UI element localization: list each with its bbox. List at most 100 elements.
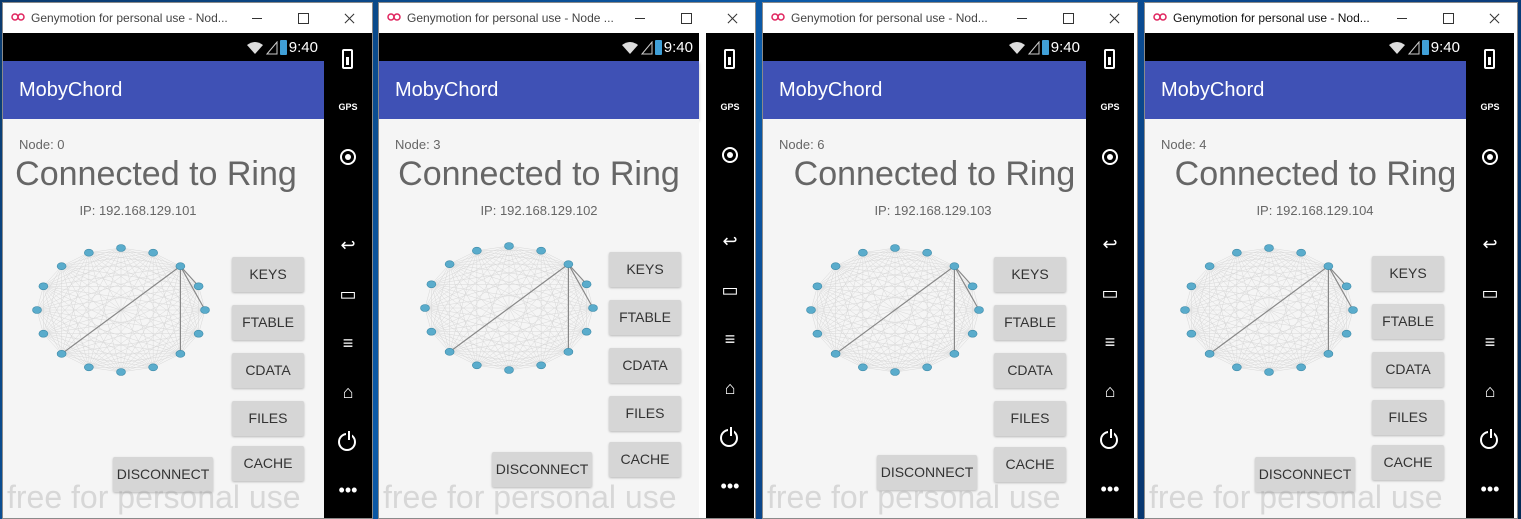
more-icon[interactable]: ••• xyxy=(1086,474,1134,504)
home-icon[interactable]: ⌂ xyxy=(1466,376,1514,406)
cdata-button[interactable]: CDATA xyxy=(232,353,304,388)
more-icon[interactable]: ••• xyxy=(706,471,754,501)
genymotion-toolbar: GPS ↩ ▭ ≡ ⌂ ••• xyxy=(1086,33,1134,518)
recent-apps-icon[interactable]: ▭ xyxy=(1466,278,1514,308)
android-screen[interactable]: 9:40 MobyChord Node: 4 Connected to Ring… xyxy=(1145,33,1466,518)
keys-button[interactable]: KEYS xyxy=(994,257,1066,292)
ftable-button[interactable]: FTABLE xyxy=(1372,304,1444,339)
cdata-button[interactable]: CDATA xyxy=(609,348,681,383)
home-icon[interactable]: ⌂ xyxy=(706,373,754,403)
close-button[interactable] xyxy=(1091,3,1137,33)
close-button[interactable] xyxy=(1471,3,1517,33)
files-button[interactable]: FILES xyxy=(994,401,1066,436)
battery-icon[interactable] xyxy=(1104,49,1115,69)
ring-node xyxy=(967,329,978,338)
webcam-icon[interactable] xyxy=(1102,149,1118,165)
connection-status: Connected to Ring xyxy=(15,155,297,193)
cdata-button[interactable]: CDATA xyxy=(1372,352,1444,387)
back-icon[interactable]: ↩ xyxy=(324,230,372,260)
gps-icon[interactable]: GPS xyxy=(706,101,754,131)
cache-button[interactable]: CACHE xyxy=(1372,445,1444,480)
ring-node xyxy=(858,248,868,257)
genymotion-window-2: Genymotion for personal use - Node ... 9… xyxy=(378,2,756,519)
battery-icon[interactable] xyxy=(342,49,353,69)
maximize-button[interactable] xyxy=(1045,3,1091,33)
battery-icon[interactable] xyxy=(1484,49,1495,69)
power-icon[interactable] xyxy=(720,427,738,447)
back-icon[interactable]: ↩ xyxy=(1466,229,1514,259)
app-bar: MobyChord xyxy=(1145,61,1466,119)
power-icon[interactable] xyxy=(1480,429,1498,449)
home-icon[interactable]: ⌂ xyxy=(324,377,372,407)
back-icon[interactable]: ↩ xyxy=(1086,229,1134,259)
android-screen[interactable]: 9:40 MobyChord Node: 6 Connected to Ring… xyxy=(763,33,1086,518)
gps-icon[interactable]: GPS xyxy=(324,101,372,131)
android-screen[interactable]: 9:40 MobyChord Node: 0 Connected to Ring… xyxy=(3,33,324,518)
main-content: Node: 6 Connected to Ring IP: 192.168.12… xyxy=(763,119,1086,518)
ring-node xyxy=(890,244,900,252)
ring-node xyxy=(1232,248,1242,257)
android-screen[interactable]: 9:40 MobyChord Node: 3 Connected to Ring… xyxy=(379,33,699,518)
cache-button[interactable]: CACHE xyxy=(232,446,304,481)
window-titlebar[interactable]: Genymotion for personal use - Node ... xyxy=(379,3,755,33)
ring-node xyxy=(38,282,49,291)
keys-button[interactable]: KEYS xyxy=(232,257,304,292)
ring-node xyxy=(426,327,437,336)
window-titlebar[interactable]: Genymotion for personal use - Nod... xyxy=(1145,3,1517,33)
menu-icon[interactable]: ≡ xyxy=(1466,327,1514,357)
menu-icon[interactable]: ≡ xyxy=(706,324,754,354)
menu-icon[interactable]: ≡ xyxy=(1086,327,1134,357)
close-button[interactable] xyxy=(326,3,372,33)
window-titlebar[interactable]: Genymotion for personal use - Nod... xyxy=(763,3,1137,33)
recent-apps-icon[interactable]: ▭ xyxy=(706,275,754,305)
ftable-button[interactable]: FTABLE xyxy=(994,305,1066,340)
status-bar: 9:40 xyxy=(763,33,1086,61)
maximize-button[interactable] xyxy=(1425,3,1471,33)
webcam-icon[interactable] xyxy=(340,149,356,165)
ring-node xyxy=(812,329,823,338)
genymotion-logo-icon xyxy=(11,13,25,21)
files-button[interactable]: FILES xyxy=(232,401,304,436)
cdata-button[interactable]: CDATA xyxy=(994,353,1066,388)
maximize-button[interactable] xyxy=(280,3,326,33)
close-button[interactable] xyxy=(709,3,755,33)
recent-apps-icon[interactable]: ▭ xyxy=(1086,278,1134,308)
minimize-button[interactable] xyxy=(617,3,663,33)
files-button[interactable]: FILES xyxy=(1372,400,1444,435)
ftable-button[interactable]: FTABLE xyxy=(232,305,304,340)
maximize-button[interactable] xyxy=(663,3,709,33)
cache-button[interactable]: CACHE xyxy=(609,442,681,477)
ring-node xyxy=(1341,329,1352,338)
more-icon[interactable]: ••• xyxy=(324,475,372,505)
signal-icon xyxy=(266,41,278,55)
keys-button[interactable]: KEYS xyxy=(1372,256,1444,291)
genymotion-logo-icon xyxy=(771,13,785,21)
power-icon[interactable] xyxy=(1100,429,1118,449)
power-icon[interactable] xyxy=(338,431,356,451)
ring-node xyxy=(858,363,868,372)
webcam-icon[interactable] xyxy=(1482,149,1498,165)
ring-node xyxy=(563,348,574,356)
more-icon[interactable]: ••• xyxy=(1466,474,1514,504)
minimize-button[interactable] xyxy=(234,3,280,33)
minimize-button[interactable] xyxy=(999,3,1045,33)
recent-apps-icon[interactable]: ▭ xyxy=(324,279,372,309)
back-icon[interactable]: ↩ xyxy=(706,226,754,256)
ftable-button[interactable]: FTABLE xyxy=(609,300,681,335)
home-icon[interactable]: ⌂ xyxy=(1086,376,1134,406)
minimize-button[interactable] xyxy=(1379,3,1425,33)
files-button[interactable]: FILES xyxy=(609,396,681,431)
ring-node xyxy=(193,329,204,338)
battery-icon[interactable] xyxy=(724,49,735,69)
keys-button[interactable]: KEYS xyxy=(609,252,681,287)
ring-node xyxy=(588,304,598,312)
menu-icon[interactable]: ≡ xyxy=(324,328,372,358)
cache-button[interactable]: CACHE xyxy=(994,447,1066,482)
gps-icon[interactable]: GPS xyxy=(1086,101,1134,131)
ring-node xyxy=(175,262,186,270)
webcam-icon[interactable] xyxy=(722,147,738,163)
gps-icon[interactable]: GPS xyxy=(1466,101,1514,131)
clock: 9:40 xyxy=(663,39,693,56)
node-label: Node: 6 xyxy=(779,137,825,152)
window-titlebar[interactable]: Genymotion for personal use - Nod... xyxy=(3,3,372,33)
